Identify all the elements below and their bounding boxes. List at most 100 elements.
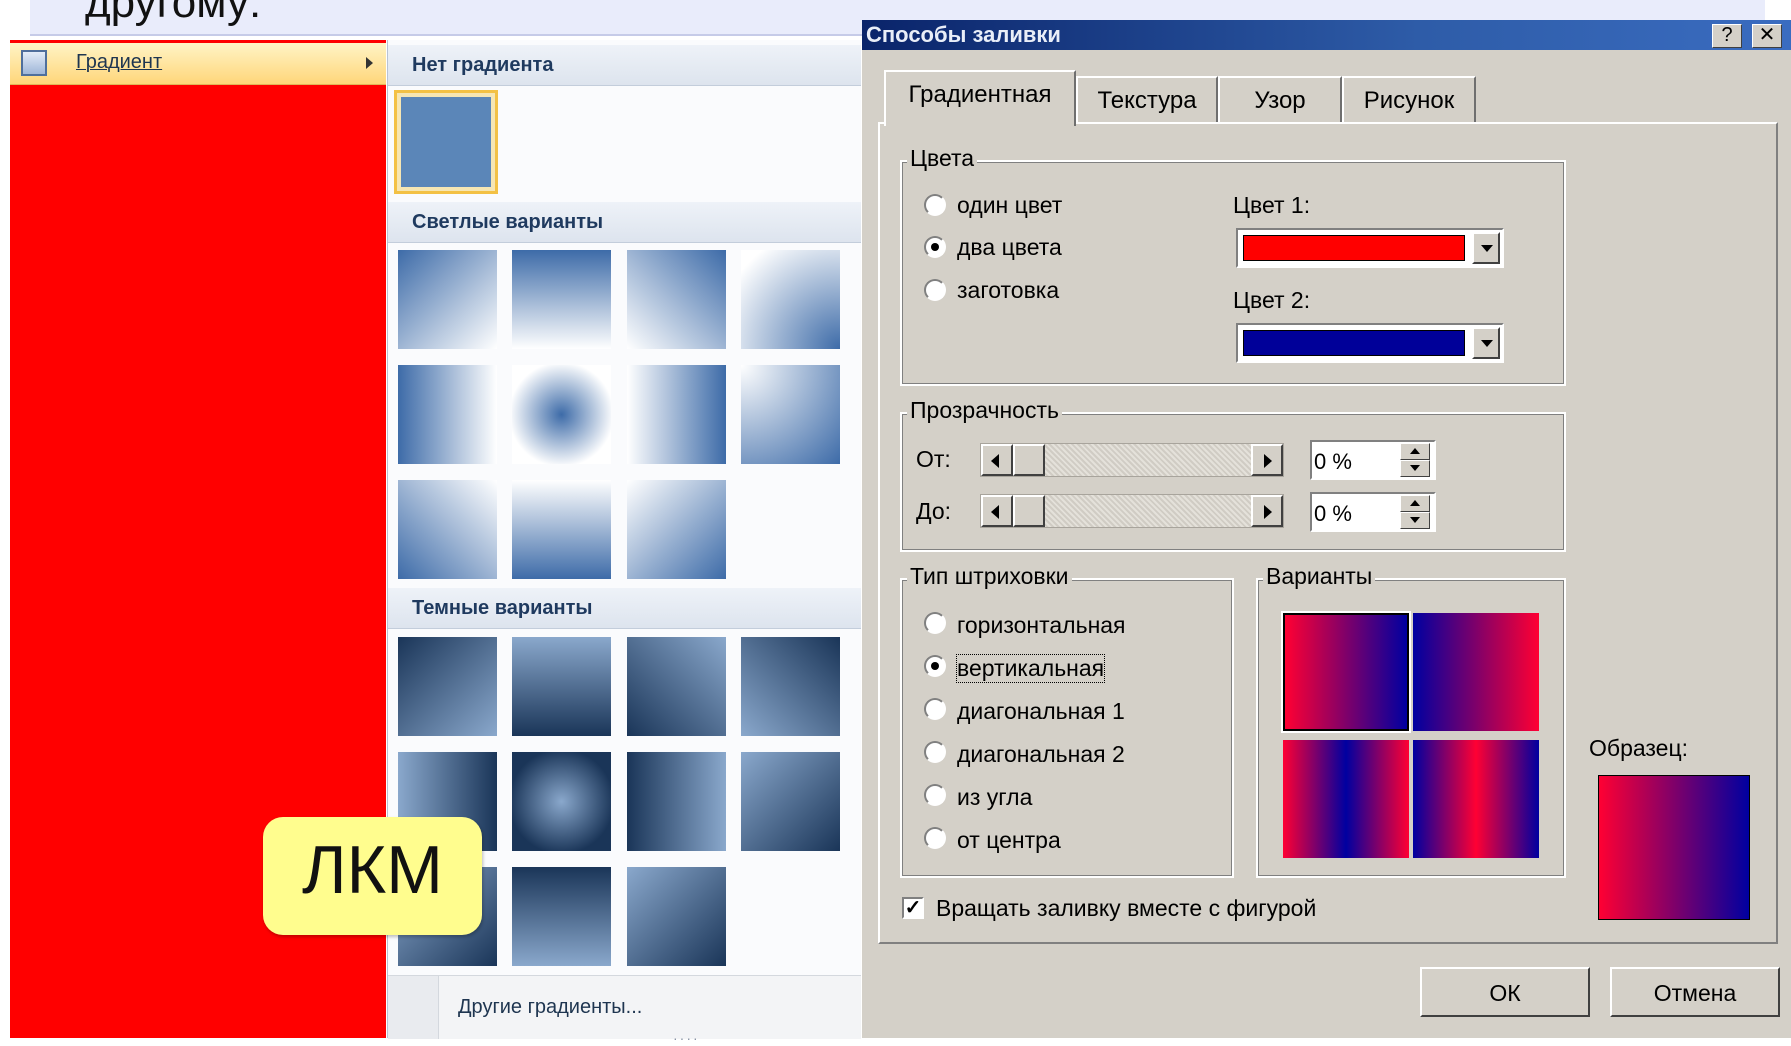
dialog-title: Способы заливки bbox=[866, 22, 1061, 47]
slider-left-arrow-icon[interactable] bbox=[981, 495, 1013, 527]
chevron-down-icon[interactable] bbox=[1472, 327, 1500, 359]
section-dark-variants: Темные варианты bbox=[388, 588, 861, 629]
dark-gradient-tile[interactable] bbox=[741, 752, 840, 851]
radio-diagonal-1-label: диагональная 1 bbox=[957, 698, 1125, 724]
light-gradient-tile[interactable] bbox=[512, 480, 611, 579]
section-no-gradient: Нет градиента bbox=[388, 45, 861, 86]
rotate-with-shape-checkbox[interactable]: ✓ bbox=[902, 897, 924, 919]
light-gradient-tile[interactable] bbox=[512, 250, 611, 349]
chevron-down-icon[interactable] bbox=[1472, 232, 1500, 264]
section-light-variants: Светлые варианты bbox=[388, 202, 861, 243]
light-gradient-tile[interactable] bbox=[741, 365, 840, 464]
from-value[interactable]: 0 % bbox=[1314, 449, 1352, 475]
radio-horizontal[interactable] bbox=[924, 612, 946, 634]
dark-gradient-tile[interactable] bbox=[627, 637, 726, 736]
slider-left-arrow-icon[interactable] bbox=[981, 444, 1013, 476]
to-slider[interactable] bbox=[980, 494, 1284, 528]
radio-one-color[interactable] bbox=[924, 194, 946, 216]
radio-diagonal-2[interactable] bbox=[924, 741, 946, 763]
lkm-callout: ЛКМ bbox=[263, 817, 482, 935]
gradient-icon bbox=[21, 50, 47, 76]
section-no-gradient-title: Нет градиента bbox=[412, 54, 554, 76]
from-slider-thumb[interactable] bbox=[1013, 444, 1045, 476]
dark-gradient-tile[interactable] bbox=[741, 637, 840, 736]
spin-down-icon[interactable] bbox=[1400, 512, 1430, 529]
slider-right-arrow-icon[interactable] bbox=[1251, 495, 1283, 527]
dark-gradient-tile[interactable] bbox=[627, 752, 726, 851]
spin-down-icon[interactable] bbox=[1400, 460, 1430, 477]
color2-dropdown[interactable] bbox=[1236, 323, 1504, 363]
hatch-type-group-title: Тип штриховки bbox=[907, 563, 1072, 590]
menu-item-gradient-label: Градиент bbox=[76, 51, 163, 73]
light-gradient-tile[interactable] bbox=[398, 250, 497, 349]
radio-two-colors-label: два цвета bbox=[957, 234, 1062, 260]
cancel-button[interactable]: Отмена bbox=[1610, 967, 1780, 1017]
dark-gradient-tile[interactable] bbox=[512, 637, 611, 736]
radio-horizontal-label: горизонтальная bbox=[957, 612, 1126, 638]
light-gradient-tile[interactable] bbox=[398, 365, 497, 464]
transparency-group-title: Прозрачность bbox=[907, 397, 1062, 424]
radio-vertical[interactable] bbox=[924, 655, 946, 677]
tab-gradient[interactable]: Градиентная bbox=[884, 70, 1076, 126]
sample-label: Образец: bbox=[1589, 735, 1689, 761]
ok-button[interactable]: ОК bbox=[1420, 967, 1590, 1017]
radio-from-center[interactable] bbox=[924, 827, 946, 849]
color2-label: Цвет 2: bbox=[1233, 287, 1311, 313]
radio-from-center-label: от центра bbox=[957, 827, 1061, 853]
dark-gradient-tile[interactable] bbox=[512, 752, 611, 851]
more-gradients-item[interactable]: Другие градиенты... ···· bbox=[388, 975, 861, 1046]
no-gradient-tile[interactable] bbox=[394, 90, 498, 194]
dark-gradient-tile[interactable] bbox=[627, 867, 726, 966]
light-gradient-tile[interactable] bbox=[627, 480, 726, 579]
to-label: До: bbox=[916, 498, 952, 524]
color1-label: Цвет 1: bbox=[1233, 192, 1311, 218]
dark-gradient-tile[interactable] bbox=[398, 637, 497, 736]
radio-vertical-label: вертикальная bbox=[955, 654, 1106, 683]
colors-group-title: Цвета bbox=[907, 145, 978, 172]
radio-diagonal-1[interactable] bbox=[924, 698, 946, 720]
radio-from-corner-label: из угла bbox=[957, 784, 1033, 810]
close-button[interactable]: ✕ bbox=[1752, 24, 1782, 48]
radio-preset[interactable] bbox=[924, 279, 946, 301]
sample-preview bbox=[1598, 775, 1750, 920]
lkm-callout-text: ЛКМ bbox=[302, 832, 443, 908]
light-gradient-tile[interactable] bbox=[627, 250, 726, 349]
to-spinner[interactable]: 0 % bbox=[1310, 492, 1436, 532]
radio-diagonal-2-label: диагональная 2 bbox=[957, 741, 1125, 767]
help-button[interactable]: ? bbox=[1712, 24, 1742, 48]
light-gradient-tile[interactable] bbox=[398, 480, 497, 579]
from-label: От: bbox=[916, 446, 951, 472]
to-value[interactable]: 0 % bbox=[1314, 501, 1352, 527]
color1-dropdown[interactable] bbox=[1236, 228, 1504, 268]
tab-pattern[interactable]: Узор bbox=[1218, 76, 1342, 122]
transparency-group bbox=[900, 412, 1566, 552]
rotate-with-shape-label: Вращать заливку вместе с фигурой bbox=[936, 895, 1317, 921]
variant-tile-1[interactable] bbox=[1281, 611, 1411, 733]
dialog-title-bar: Способы заливки bbox=[862, 20, 1791, 50]
light-gradient-tile[interactable] bbox=[512, 365, 611, 464]
radio-one-color-label: один цвет bbox=[957, 192, 1063, 218]
light-gradient-tile[interactable] bbox=[741, 250, 840, 349]
radio-two-colors[interactable] bbox=[924, 236, 946, 258]
from-slider[interactable] bbox=[980, 443, 1284, 477]
color2-swatch bbox=[1243, 330, 1465, 356]
slide-caption-text: другому: bbox=[85, 0, 262, 27]
to-slider-thumb[interactable] bbox=[1013, 495, 1045, 527]
menu-item-gradient[interactable]: Градиент bbox=[10, 43, 386, 85]
radio-from-corner[interactable] bbox=[924, 784, 946, 806]
tab-texture[interactable]: Текстура bbox=[1076, 76, 1218, 122]
color1-swatch bbox=[1243, 235, 1465, 261]
variant-tile-3[interactable] bbox=[1283, 740, 1409, 858]
section-dark-variants-title: Темные варианты bbox=[412, 597, 593, 619]
resize-grip-icon[interactable]: ···· bbox=[673, 1030, 700, 1046]
variant-tile-4[interactable] bbox=[1413, 740, 1539, 858]
dark-gradient-tile[interactable] bbox=[512, 867, 611, 966]
spin-up-icon[interactable] bbox=[1400, 495, 1430, 512]
radio-preset-label: заготовка bbox=[957, 277, 1060, 303]
slider-right-arrow-icon[interactable] bbox=[1251, 444, 1283, 476]
variant-tile-2[interactable] bbox=[1413, 613, 1539, 731]
tab-picture[interactable]: Рисунок bbox=[1342, 76, 1476, 122]
from-spinner[interactable]: 0 % bbox=[1310, 440, 1436, 480]
spin-up-icon[interactable] bbox=[1400, 443, 1430, 460]
light-gradient-tile[interactable] bbox=[627, 365, 726, 464]
